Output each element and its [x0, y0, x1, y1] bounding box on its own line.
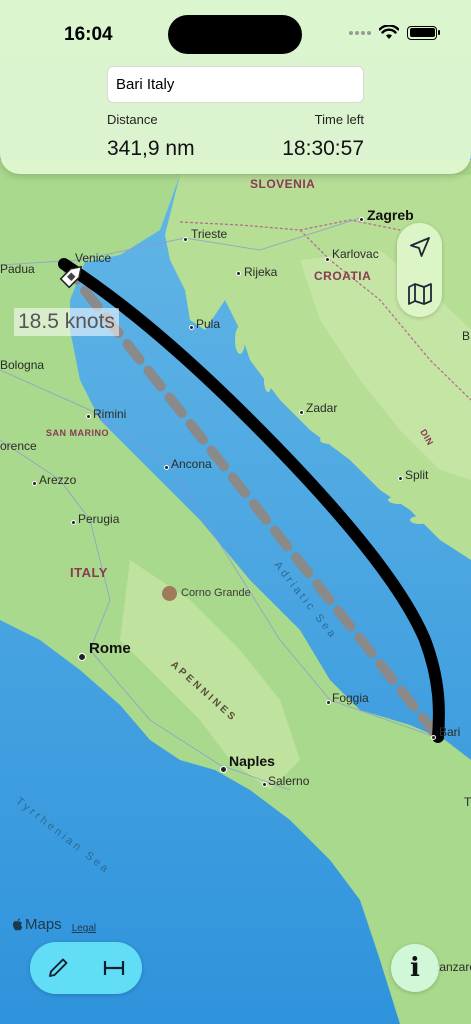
map-type-button[interactable]	[397, 270, 442, 317]
map-label-bologna: Bologna	[0, 358, 45, 372]
mountain-icon	[162, 586, 177, 601]
map-label-trieste: Trieste	[191, 227, 228, 241]
map-label-salerno: Salerno	[268, 774, 310, 788]
island-1	[235, 326, 245, 354]
map-label-zadar: Zadar	[306, 401, 338, 415]
island-3	[320, 436, 340, 444]
map-label-padua: Padua	[0, 262, 35, 276]
map-dot-foggia	[326, 700, 331, 705]
map-label-ancona: Ancona	[171, 457, 212, 471]
map-label-san-marino: SAN MARINO	[46, 428, 109, 438]
map-dot-split	[398, 476, 403, 481]
map-label-rijeka: Rijeka	[244, 265, 278, 279]
map-label-bari: Bari	[439, 725, 461, 739]
map-dot-rimini	[86, 414, 91, 419]
map-label-edge-b: B	[462, 329, 471, 343]
island-5	[410, 516, 430, 524]
time-left-value: 18:30:57	[282, 137, 364, 160]
map-label-rome: Rome	[89, 640, 131, 657]
map-label-zagreb: Zagreb	[367, 207, 414, 223]
map-dot-karlovac	[325, 257, 330, 262]
status-icons	[349, 25, 440, 40]
map-controls	[397, 223, 442, 317]
map-dot-zagreb	[359, 217, 364, 222]
draw-route-button[interactable]	[30, 942, 86, 994]
map-dot-pula	[189, 325, 194, 330]
map-icon	[407, 282, 432, 305]
map-label-edge-t: T	[464, 795, 471, 809]
map-label-naples: Naples	[229, 753, 275, 769]
map-dot-perugia	[71, 520, 76, 525]
map-dot-bari	[431, 735, 436, 740]
map-dot-rome	[78, 653, 86, 661]
map-label-split: Split	[405, 468, 429, 482]
current-location-button[interactable]	[397, 223, 442, 270]
pencil-icon	[49, 958, 68, 977]
measure-button[interactable]	[86, 942, 142, 994]
map-label-perugia: Perugia	[78, 512, 120, 526]
map-label-rimini: Rimini	[93, 407, 127, 421]
wifi-icon	[379, 25, 399, 39]
maps-logo: Maps	[12, 916, 62, 933]
map-label-croatia: CROATIA	[314, 269, 372, 283]
map-dot-rijeka	[236, 271, 241, 276]
dynamic-island	[168, 15, 302, 54]
map-dot-salerno	[262, 782, 267, 787]
legal-link[interactable]: Legal	[72, 923, 96, 934]
maps-attribution: Maps Legal	[12, 916, 96, 934]
map-label-catanzaro: tanzaro	[436, 960, 471, 974]
map-dot-zadar	[299, 410, 304, 415]
map-dot-ancona	[164, 465, 169, 470]
distance-value: 341,9 nm	[107, 137, 195, 160]
signal-icon	[349, 30, 371, 35]
location-arrow-icon	[409, 236, 430, 257]
map-dot-naples	[220, 766, 227, 773]
destination-input[interactable]	[107, 66, 364, 103]
map-label-italy: ITALY	[70, 565, 108, 580]
measure-icon	[103, 961, 125, 975]
info-button[interactable]: i	[391, 944, 439, 992]
top-panel: 16:04 Distance Time left 341,9 nm 18:30:…	[0, 0, 471, 174]
speed-label: 18.5 knots	[14, 308, 119, 336]
map-label-slovenia: SLOVENIA	[250, 177, 316, 191]
map-label-florence: orence	[0, 439, 37, 453]
battery-icon	[407, 25, 440, 40]
status-time: 16:04	[64, 24, 113, 45]
time-left-label: Time left	[314, 112, 364, 127]
map-label-foggia: Foggia	[332, 691, 369, 705]
map-label-karlovac: Karlovac	[332, 247, 379, 261]
map-dot-trieste	[183, 237, 188, 242]
apple-logo-icon	[13, 918, 23, 931]
map-dot-arezzo	[32, 481, 37, 486]
map-label-venice: Venice	[75, 251, 112, 265]
map-label-pula: Pula	[196, 317, 221, 331]
distance-label: Distance	[107, 112, 158, 127]
map-label-corno-grande: Corno Grande	[181, 587, 251, 599]
map-label-arezzo: Arezzo	[39, 473, 77, 487]
island-2	[264, 368, 272, 392]
maps-text: Maps	[25, 916, 62, 933]
island-4	[388, 496, 412, 504]
drawing-toolbar	[30, 942, 142, 994]
info-icon: i	[410, 953, 420, 983]
